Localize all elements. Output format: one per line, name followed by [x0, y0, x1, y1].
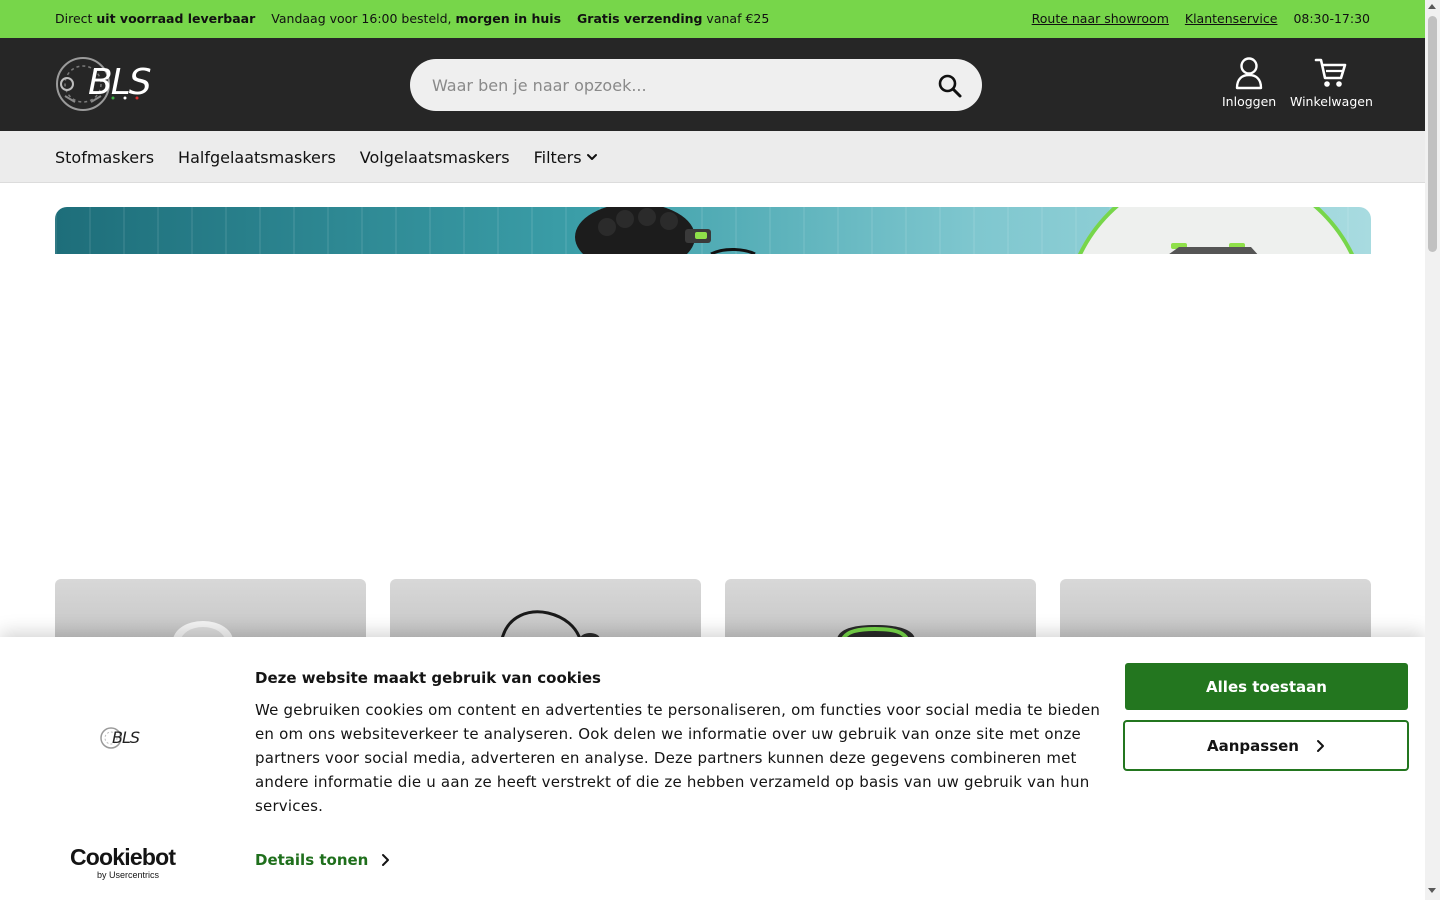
chevron-down-icon [586, 154, 597, 160]
details-label: Details tonen [255, 851, 369, 869]
allow-all-button[interactable]: Alles toestaan [1125, 663, 1408, 710]
hero-banner[interactable] [55, 207, 1371, 254]
product-image [173, 621, 233, 639]
cart-label: Winkelwagen [1290, 94, 1373, 109]
cookiebot-name: Cookiebot [70, 844, 176, 870]
usp-list: Direct uit voorraad leverbaar Vandaag vo… [55, 11, 769, 26]
cookiebot-sub: by Usercentrics [97, 870, 160, 880]
nav-item-halfgelaatsmaskers[interactable]: Halfgelaatsmaskers [178, 148, 336, 167]
search-bar [410, 59, 982, 111]
cookiebot-logo: Cookiebot by Usercentrics [70, 845, 180, 880]
svg-text:BLS: BLS [112, 728, 140, 747]
scroll-thumb[interactable] [1428, 16, 1437, 252]
details-toggle[interactable]: Details tonen [255, 851, 390, 869]
product-tile[interactable] [390, 579, 701, 639]
page: Direct uit voorraad leverbaar Vandaag vo… [0, 0, 1425, 900]
nav-item-stofmaskers[interactable]: Stofmaskers [55, 148, 154, 167]
chevron-right-icon [382, 854, 390, 866]
login-label: Inloggen [1222, 94, 1277, 109]
cart-button[interactable]: Winkelwagen [1290, 56, 1373, 109]
filters-label: Filters [533, 147, 582, 167]
cookie-banner: BLS Deze website maakt gebruik van cooki… [0, 637, 1425, 900]
search-icon [938, 74, 962, 98]
cookie-banner-logo: BLS [100, 727, 141, 749]
route-showroom-link[interactable]: Route naar showroom [1032, 11, 1169, 26]
product-tile[interactable] [55, 579, 366, 639]
product-image [500, 610, 600, 639]
chevron-right-icon [1316, 739, 1324, 752]
cookie-description: We gebruiken cookies om content en adver… [255, 701, 1101, 815]
product-image [837, 625, 915, 639]
scroll-up-arrow[interactable] [1428, 4, 1436, 9]
opening-hours: 08:30-17:30 [1293, 11, 1370, 26]
svg-text:BLS: BLS [88, 62, 151, 103]
usp-delivery: Vandaag voor 16:00 besteld, morgen in hu… [271, 11, 562, 26]
logo-mark: BLS [56, 57, 153, 111]
hero-person-image [575, 207, 756, 254]
search-button[interactable] [936, 72, 964, 100]
customize-label: Aanpassen [1207, 736, 1299, 755]
cart-icon [1315, 58, 1347, 87]
usp-bar: Direct uit voorraad leverbaar Vandaag vo… [0, 0, 1425, 38]
customer-service-link[interactable]: Klantenservice [1185, 11, 1278, 26]
usp-shipping: Gratis verzending vanaf €25 [577, 11, 770, 26]
customize-button[interactable]: Aanpassen [1123, 720, 1409, 771]
nav-item-volgelaatsmaskers[interactable]: Volgelaatsmaskers [360, 148, 510, 167]
search-input[interactable] [432, 59, 912, 111]
cookie-title: Deze website maakt gebruik van cookies [255, 669, 601, 687]
usp-links: Route naar showroom Klantenservice 08:30… [1032, 11, 1370, 26]
nav-item-filters[interactable]: Filters [534, 148, 598, 167]
product-tile[interactable] [1060, 579, 1371, 639]
scroll-down-arrow[interactable] [1428, 888, 1436, 893]
nav-list: Stofmaskers Halfgelaatsmaskers Volgelaat… [55, 131, 598, 183]
product-tiles [55, 579, 1371, 639]
category-nav: Stofmaskers Halfgelaatsmaskers Volgelaat… [0, 131, 1425, 183]
page-scrollbar[interactable] [1425, 0, 1440, 900]
site-header: BLS Inloggen [0, 38, 1425, 131]
usp-stock: Direct uit voorraad leverbaar [55, 11, 256, 26]
user-icon [1235, 57, 1263, 90]
site-logo[interactable]: BLS [55, 56, 170, 112]
product-tile[interactable] [725, 579, 1036, 639]
hero-mask-image [1169, 243, 1258, 254]
login-button[interactable]: Inloggen [1222, 56, 1276, 109]
